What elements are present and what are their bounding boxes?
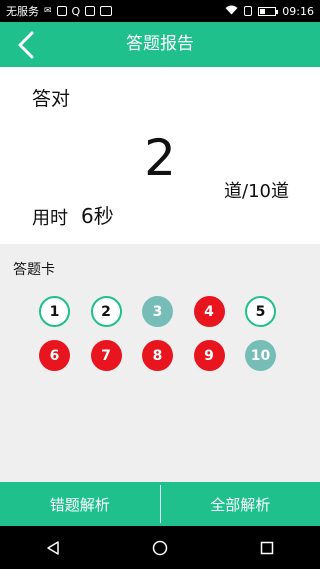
carrier-label: 无服务 xyxy=(6,5,39,18)
clock: 09:16 xyxy=(282,4,314,18)
nav-back-button[interactable] xyxy=(23,526,83,569)
correct-label: 答对 xyxy=(32,88,71,110)
wifi-icon xyxy=(225,5,238,18)
square-recents-icon xyxy=(260,541,273,554)
chevron-left-icon xyxy=(18,31,34,58)
back-button[interactable] xyxy=(10,22,42,67)
answer-card-item[interactable]: 7 xyxy=(90,340,122,371)
answer-card-item[interactable]: 1 xyxy=(39,296,70,327)
system-nav-bar xyxy=(0,526,320,569)
time-value: 6秒 xyxy=(81,204,114,228)
wrong-analysis-button[interactable]: 错题解析 xyxy=(0,482,160,526)
app-bar: 答题报告 xyxy=(0,22,320,67)
time-label: 用时 xyxy=(32,208,68,229)
vibrate-icon xyxy=(244,6,253,16)
signal-icon: ✉ xyxy=(44,6,52,16)
qq-icon: Q xyxy=(71,4,81,18)
circle-home-icon xyxy=(152,540,168,555)
answer-card-title: 答题卡 xyxy=(13,262,55,278)
result-panel: 答对 2 道/10道 用时 6秒 xyxy=(0,67,320,244)
nav-recents-button[interactable] xyxy=(237,526,297,569)
answer-card-item[interactable]: 5 xyxy=(245,296,276,327)
answer-card-item[interactable]: 6 xyxy=(39,340,70,371)
sd-card-icon xyxy=(100,6,113,16)
answer-card-item[interactable]: 3 xyxy=(142,296,173,327)
battery-icon xyxy=(258,6,279,16)
all-analysis-button[interactable]: 全部解析 xyxy=(161,482,320,526)
answer-card-item[interactable]: 2 xyxy=(90,296,122,327)
gallery-icon xyxy=(85,6,96,16)
page-title: 答题报告 xyxy=(126,34,194,54)
answer-card-item[interactable]: 8 xyxy=(142,340,173,371)
answer-card-item[interactable]: 9 xyxy=(193,340,225,371)
answer-card-item[interactable]: 4 xyxy=(193,296,225,327)
answer-card-item[interactable]: 10 xyxy=(245,340,276,371)
score-unit: 道/10道 xyxy=(224,181,289,202)
triangle-back-icon xyxy=(47,540,60,555)
status-bar: 无服务 ✉ Q 09:16 xyxy=(0,0,320,22)
sim-icon xyxy=(56,6,67,16)
footer-bar: 错题解析 全部解析 xyxy=(0,482,320,526)
footer-divider xyxy=(159,485,161,523)
nav-home-button[interactable] xyxy=(130,526,190,569)
